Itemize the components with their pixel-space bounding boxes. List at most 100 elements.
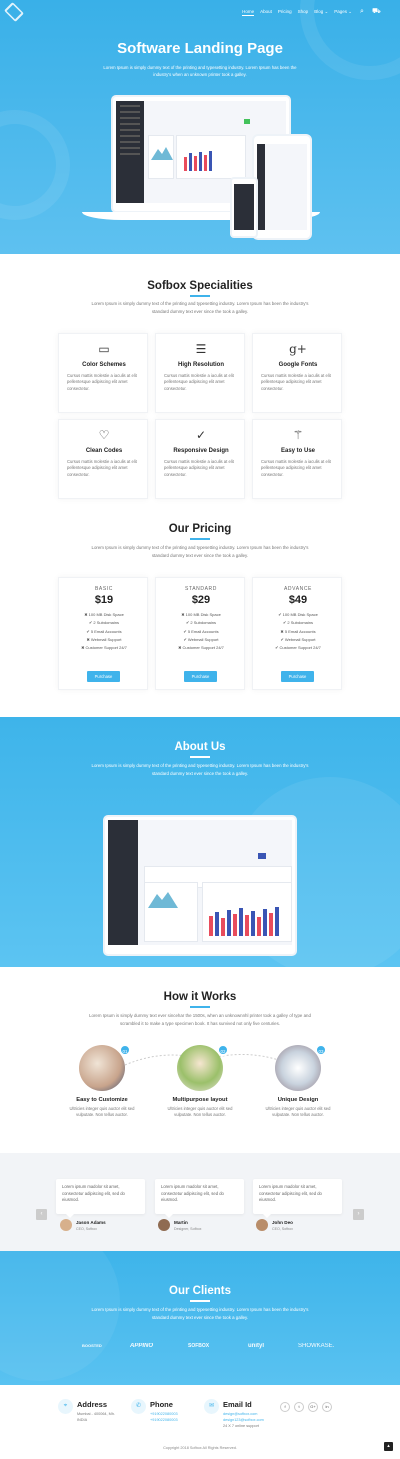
testimonial-text: Lorem ipsum madolor sit amet, consectetu… bbox=[62, 1184, 125, 1202]
nav-item-about[interactable]: About bbox=[260, 9, 272, 16]
hero-phone-mockup bbox=[230, 177, 258, 238]
plan-price: $29 bbox=[191, 594, 211, 606]
twitter-icon[interactable]: t bbox=[294, 1402, 304, 1412]
step-title: Easy to Customize bbox=[76, 1097, 128, 1103]
search-icon[interactable]: ⌕ bbox=[360, 8, 367, 15]
plan-feature: ✖ Customer Support 24/7 bbox=[81, 645, 127, 651]
plan-features: ✔ 100 MB Disk Space ✔ 2 Subdomains ✖ 5 E… bbox=[253, 611, 343, 652]
title-underline bbox=[190, 295, 210, 297]
mountain-chart-icon bbox=[148, 892, 178, 908]
sliders-icon: ☰ bbox=[195, 342, 207, 356]
footer-support-line: 24 X 7 online support bbox=[223, 1424, 259, 1428]
heart-icon: ♡ bbox=[98, 428, 110, 442]
pricing-title: Our Pricing bbox=[168, 523, 232, 535]
plan-feature: ✖ Customer Support 24/7 bbox=[178, 645, 224, 651]
client-logo-boosted: BOOSTED bbox=[82, 1343, 102, 1348]
about-bar-chart bbox=[209, 907, 279, 936]
about-laptop-mockup bbox=[103, 815, 297, 956]
client-logo-appino: APPINO bbox=[130, 1343, 154, 1349]
plan-name: STANDARD bbox=[185, 586, 217, 592]
step-title: Multipurpose layout bbox=[172, 1097, 228, 1103]
how-title: How it Works bbox=[163, 991, 237, 1003]
scroll-top-icon[interactable]: ▴ bbox=[384, 1442, 393, 1451]
magic-wand-icon: ⚚ bbox=[292, 428, 304, 442]
testimonial-card: Lorem ipsum madolor sit amet, consectetu… bbox=[155, 1179, 244, 1218]
footer-phone-line[interactable]: +919022080003 bbox=[150, 1417, 178, 1423]
cart-icon[interactable]: ⛟ bbox=[372, 8, 381, 15]
feature-title: High Resolution bbox=[178, 362, 224, 368]
plan-feature: ✖ Webmail Support bbox=[86, 636, 122, 642]
feature-title: Easy to Use bbox=[280, 448, 316, 454]
plan-price: $49 bbox=[288, 594, 308, 606]
plan-feature: ✔ 2 Subdomains bbox=[282, 620, 314, 626]
avatar bbox=[256, 1219, 268, 1231]
testimonial-role: Designer, Sofbox bbox=[174, 1227, 202, 1231]
nav-item-shop[interactable]: Shop bbox=[298, 9, 309, 16]
support-photo bbox=[177, 1045, 223, 1091]
footer-phone: +919022080003 +919022080003 bbox=[150, 1411, 178, 1423]
hero-decoration bbox=[0, 110, 70, 220]
plan-feature: ✔ Webmail Support bbox=[183, 636, 219, 642]
google-plus-icon[interactable]: G+ bbox=[308, 1402, 318, 1412]
step-number: 02 bbox=[217, 1044, 229, 1056]
pricing-card-basic: BASIC $19 ✖ 100 MB Disk Space ✔ 2 Subdom… bbox=[58, 577, 148, 690]
specialities-title: Sofbox Specialities bbox=[147, 280, 253, 292]
mini-bar-chart bbox=[184, 151, 212, 171]
plan-feature: ✔ 2 Subdomains bbox=[185, 620, 217, 626]
pricing-card-advance: ADVANCE $49 ✔ 100 MB Disk Space ✔ 2 Subd… bbox=[252, 577, 342, 690]
step-number: 03 bbox=[315, 1044, 327, 1056]
step-desc: Ultricies integer quis auctor elit sed v… bbox=[167, 1106, 233, 1118]
title-underline bbox=[190, 538, 210, 540]
testimonial-name: Jason Adams bbox=[76, 1220, 106, 1225]
email-icon: ✉ bbox=[204, 1399, 219, 1414]
feature-desc: Cursus mattis molestie a iaculis at elit… bbox=[67, 459, 137, 477]
feature-title: Clean Codes bbox=[85, 448, 123, 454]
title-underline bbox=[190, 756, 210, 758]
footer-address-title: Address bbox=[77, 1400, 108, 1409]
avatar bbox=[158, 1219, 170, 1231]
plan-feature: ✔ Customer Support 24/7 bbox=[275, 645, 321, 651]
facebook-icon[interactable]: f bbox=[280, 1402, 290, 1412]
testimonial-name: Martin bbox=[174, 1220, 188, 1225]
hero-subtitle: Lorem Ipsum is simply dummy text of the … bbox=[103, 65, 297, 77]
feature-card: g+ Google Fonts Cursus mattis molestie a… bbox=[252, 333, 342, 413]
plan-feature: ✔ 100 MB Disk Space bbox=[278, 612, 318, 617]
plan-feature: ✖ 100 MB Disk Space bbox=[84, 612, 124, 617]
team-photo bbox=[79, 1045, 125, 1091]
footer-phone-title: Phone bbox=[150, 1400, 173, 1409]
about-title: About Us bbox=[174, 741, 226, 753]
purchase-button[interactable]: Purchase bbox=[184, 671, 217, 682]
feature-title: Color Schemes bbox=[82, 362, 126, 368]
avatar bbox=[60, 1219, 72, 1231]
nav-item-pages[interactable]: Pages ⌄ bbox=[334, 9, 352, 16]
plan-feature: ✖ 5 Email Accounts bbox=[280, 628, 316, 634]
pricing-card-standard: STANDARD $29 ✖ 100 MB Disk Space ✔ 2 Sub… bbox=[155, 577, 245, 690]
feature-title: Responsive Design bbox=[173, 448, 229, 454]
nav-item-blog[interactable]: Blog ⌄ bbox=[314, 9, 328, 16]
mountain-chart-icon bbox=[151, 147, 173, 160]
copyright-text: Copyright 2018 Sofbox All Rights Reserve… bbox=[163, 1446, 237, 1450]
pricing-subtitle: Lorem Ipsum is simply dummy text of the … bbox=[91, 545, 309, 558]
title-underline bbox=[190, 1006, 210, 1008]
step-number: 01 bbox=[119, 1044, 131, 1056]
about-subtitle: Lorem Ipsum is simply dummy text of the … bbox=[91, 763, 309, 776]
plan-features: ✖ 100 MB Disk Space ✔ 2 Subdomains ✔ 5 E… bbox=[59, 611, 149, 652]
client-logo-unityl: unityl bbox=[248, 1343, 264, 1349]
feature-desc: Cursus mattis molestie a iaculis at elit… bbox=[261, 459, 331, 477]
how-subtitle: Lorem Ipsum is simply dummy text ever si… bbox=[89, 1013, 311, 1026]
linkedin-icon[interactable]: in bbox=[322, 1402, 332, 1412]
nav-item-home[interactable]: Home bbox=[242, 9, 255, 16]
purchase-button[interactable]: Purchase bbox=[87, 671, 120, 682]
nav-item-pricing[interactable]: Pricing bbox=[278, 9, 292, 16]
testimonial-role: CEO, Sofbox bbox=[272, 1227, 293, 1231]
next-arrow-icon[interactable]: › bbox=[353, 1209, 364, 1220]
meeting-photo bbox=[275, 1045, 321, 1091]
plan-features: ✖ 100 MB Disk Space ✔ 2 Subdomains ✔ 5 E… bbox=[156, 611, 246, 652]
footer-email: design@sofbox.com design123@sofbox.com 2… bbox=[223, 1411, 264, 1429]
feature-title: Google Fonts bbox=[278, 362, 318, 368]
clients-subtitle: Lorem Ipsum is simply dummy text of the … bbox=[91, 1307, 309, 1320]
plan-feature: ✔ 2 Subdomains bbox=[88, 620, 120, 626]
prev-arrow-icon[interactable]: ‹ bbox=[36, 1209, 47, 1220]
purchase-button[interactable]: Purchase bbox=[281, 671, 314, 682]
testimonial-card: Lorem ipsum madolor sit amet, consectetu… bbox=[253, 1179, 342, 1218]
